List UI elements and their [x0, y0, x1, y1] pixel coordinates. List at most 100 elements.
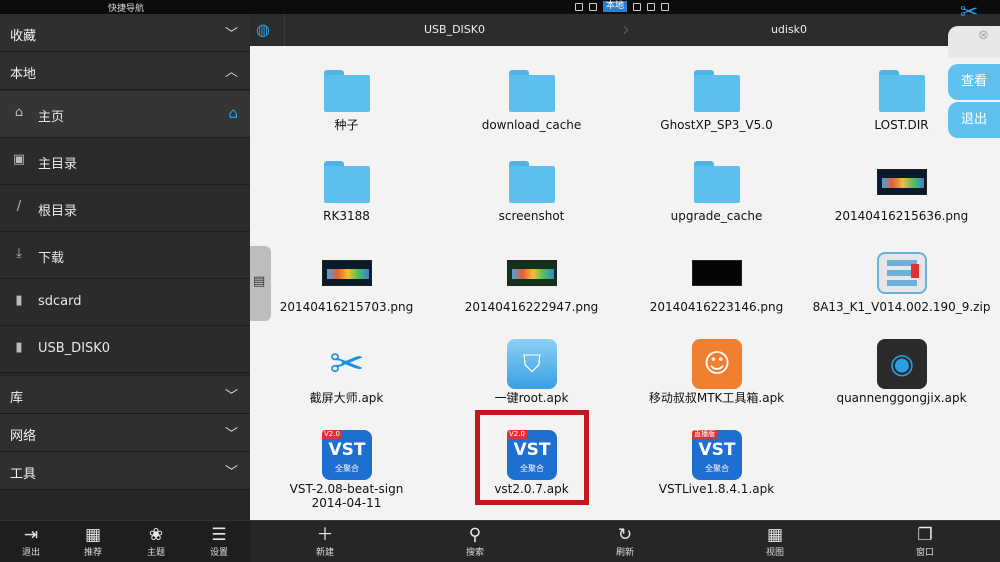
floating-close-button[interactable]: ⊗ [948, 26, 1000, 58]
file-item[interactable]: ◉ quannenggongjix.apk [809, 339, 994, 429]
file-item[interactable]: upgrade_cache [624, 157, 809, 247]
device-status-icon [647, 2, 656, 11]
path-bar: ◍ USB_DISK0 › udisk0 [250, 14, 1000, 46]
section-library-label: 库 [10, 391, 24, 406]
theme-button[interactable]: ❀ 主题 [131, 525, 181, 558]
folder-icon [509, 161, 555, 203]
file-name: 移动叔叔MTK工具箱.apk [648, 391, 785, 405]
sidebar-item-label: 主页 [38, 110, 65, 125]
sidebar-toolbar: ⇥ 退出 ▦ 推荐 ❀ 主题 ☰ 设置 [0, 520, 250, 562]
sidebar-item-sdcard[interactable]: ▮ sdcard [0, 279, 250, 326]
printer-status-icon [633, 2, 642, 11]
file-item[interactable]: RK3188 [254, 157, 439, 247]
file-item[interactable]: ☺ 移动叔叔MTK工具箱.apk [624, 339, 809, 429]
view-floating-button[interactable]: 查看 [948, 64, 1000, 100]
file-item[interactable]: 20140416223146.png [624, 248, 809, 338]
scissors-icon: ✂ [322, 339, 372, 389]
file-name: screenshot [498, 209, 565, 223]
exit-label: 退出 [21, 548, 40, 558]
section-tools[interactable]: 工具 ﹀ [0, 452, 250, 490]
file-name: 20140416222947.png [464, 300, 599, 314]
globe-icon[interactable]: ◍ [256, 20, 278, 40]
new-button[interactable]: ＋ 新建 [295, 525, 355, 558]
palette-icon: ❀ [148, 525, 164, 545]
sidebar-item-label: 下载 [38, 251, 65, 266]
file-item[interactable]: download_cache [439, 66, 624, 156]
file-item[interactable]: 20140416222947.png [439, 248, 624, 338]
file-item[interactable]: 直播版 VST 全聚合 VSTLive1.8.4.1.apk [624, 430, 809, 520]
usb-drive-icon: ▮ [15, 340, 23, 355]
sdcard-icon: ▮ [15, 293, 23, 308]
sidebar-item-home-dir[interactable]: ▣ 主目录 [0, 138, 250, 185]
breadcrumb-usb-disk[interactable]: USB_DISK0 [284, 14, 624, 46]
file-item[interactable]: 8A13_K1_V014.002.190_9.zip [809, 248, 994, 338]
refresh-button[interactable]: ↻ 刷新 [595, 525, 655, 558]
file-name: VSTLive1.8.4.1.apk [658, 482, 775, 496]
chevron-down-icon: ﹀ [224, 427, 238, 442]
chevron-down-icon: ﹀ [224, 27, 238, 42]
file-name: 20140416215636.png [834, 209, 969, 223]
theme-label: 主题 [146, 548, 165, 558]
vst-app-icon: V2.0 VST 全聚合 [322, 430, 372, 480]
section-favorites-label: 收藏 [10, 29, 37, 44]
view-button[interactable]: ▦ 视图 [745, 525, 805, 558]
section-network[interactable]: 网络 ﹀ [0, 414, 250, 452]
recommend-button[interactable]: ▦ 推荐 [68, 525, 118, 558]
exit-floating-button[interactable]: 退出 [948, 102, 1000, 138]
section-local-label: 本地 [10, 67, 37, 82]
section-local[interactable]: 本地 ︿ [0, 52, 250, 90]
file-name: 一键root.apk [494, 391, 569, 405]
file-item[interactable]: 20140416215703.png [254, 248, 439, 338]
section-favorites[interactable]: 收藏 ﹀ [0, 14, 250, 52]
file-item[interactable]: 20140416215636.png [809, 157, 994, 247]
exit-button[interactable]: ⇥ 退出 [6, 525, 56, 558]
windows-icon: ❐ [917, 525, 933, 545]
folder-icon [509, 70, 555, 112]
file-name: 20140416215703.png [279, 300, 414, 314]
selection-highlight [475, 410, 589, 505]
sliders-icon: ☰ [211, 525, 227, 545]
search-button[interactable]: ⚲ 搜索 [445, 525, 505, 558]
image-thumbnail-icon [877, 169, 927, 195]
phone-status-icon [589, 2, 597, 11]
image-thumbnail-icon [507, 260, 557, 286]
settings-button[interactable]: ☰ 设置 [194, 525, 244, 558]
status-title: 快捷导航 [108, 4, 145, 14]
window-button[interactable]: ❐ 窗口 [895, 525, 955, 558]
file-item[interactable]: V2.0 VST 全聚合 VST-2.08-beat-sign 2014-04-1… [254, 430, 439, 526]
file-item[interactable]: 种子 [254, 66, 439, 156]
set-home-icon[interactable]: ⌂ [228, 104, 238, 122]
recommend-label: 推荐 [83, 548, 102, 558]
status-bar: 快捷导航 本地 [0, 0, 1000, 14]
file-name: GhostXP_SP3_V5.0 [660, 118, 773, 132]
file-name: quannenggongjix.apk [836, 391, 967, 405]
folder-icon [879, 70, 925, 112]
clipboard-tab[interactable]: ▤ [250, 246, 271, 321]
folder-icon [694, 70, 740, 112]
scissors-icon[interactable]: ✂ [960, 0, 988, 26]
clipboard-icon: ▤ [253, 274, 266, 289]
sidebar-item-home[interactable]: ⌂ 主页 ⌂ [0, 91, 250, 138]
close-icon: ⊗ [978, 28, 989, 43]
breadcrumb-udisk0[interactable]: udisk0 [624, 14, 954, 46]
settings-label: 设置 [209, 548, 228, 558]
chevron-down-icon: ﹀ [224, 389, 238, 404]
sidebar-item-download[interactable]: ⤓ 下载 [0, 232, 250, 279]
home-icon: ⌂ [14, 105, 24, 120]
section-network-label: 网络 [10, 429, 37, 444]
file-item[interactable]: screenshot [439, 157, 624, 247]
section-library[interactable]: 库 ﹀ [0, 376, 250, 414]
image-thumbnail-icon [692, 260, 742, 286]
sidebar-item-usb[interactable]: ▮ USB_DISK0 [0, 326, 250, 373]
cloud-status-icon [661, 2, 670, 11]
vst-app-icon: 直播版 VST 全聚合 [692, 430, 742, 480]
sidebar-item-root[interactable]: / 根目录 [0, 185, 250, 232]
status-tab-local[interactable]: 本地 [603, 1, 628, 12]
file-item[interactable]: ✂ 截屏大师.apk [254, 339, 439, 429]
breadcrumb-label: USB_DISK0 [424, 23, 485, 36]
sidebar-item-label: 主目录 [38, 157, 78, 172]
gift-icon: ▦ [84, 525, 102, 545]
file-item[interactable]: GhostXP_SP3_V5.0 [624, 66, 809, 156]
sidebar: 收藏 ﹀ 本地 ︿ ⌂ 主页 ⌂ ▣ 主目录 / 根目录 ⤓ 下载 ▮ sdca… [0, 14, 250, 562]
tool-dial-icon: ◉ [877, 339, 927, 389]
